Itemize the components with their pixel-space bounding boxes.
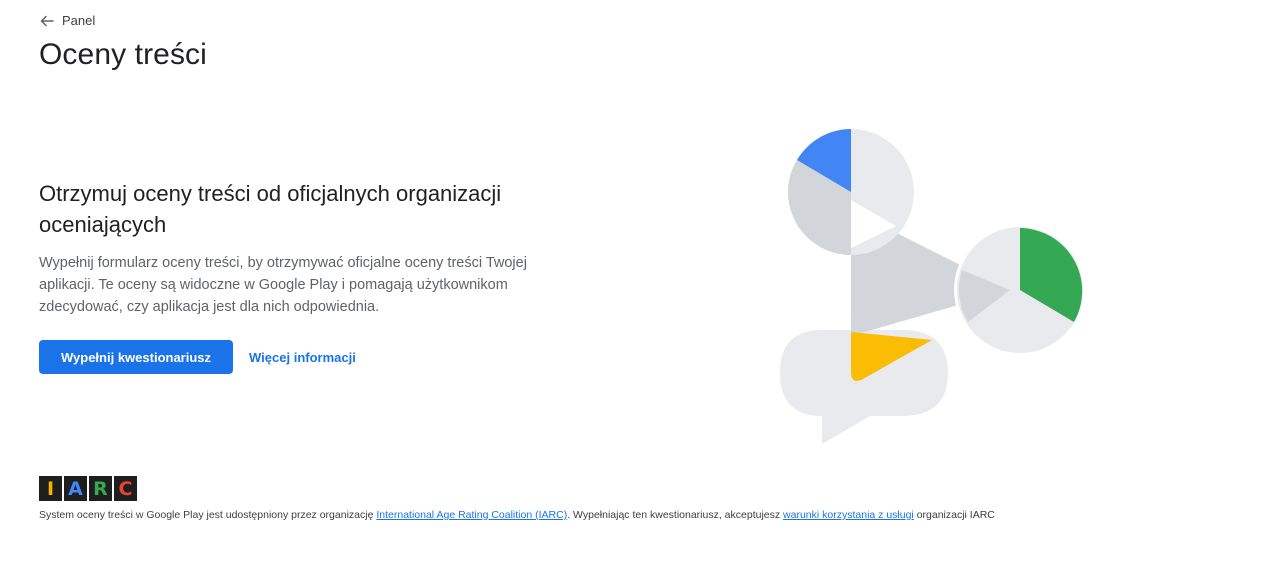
iarc-logo-r: R bbox=[89, 476, 112, 501]
footer-text-after: organizacji IARC bbox=[913, 509, 995, 521]
iarc-link[interactable]: International Age Rating Coalition (IARC… bbox=[376, 509, 567, 521]
footer-disclaimer: System oceny treści w Google Play jest u… bbox=[39, 509, 995, 521]
page-title: Oceny treści bbox=[39, 38, 207, 71]
arrow-left-icon bbox=[40, 15, 54, 27]
fill-questionnaire-button[interactable]: Wypełnij kwestionariusz bbox=[39, 340, 234, 374]
iarc-logo: I A R C bbox=[39, 476, 995, 501]
iarc-logo-a: A bbox=[64, 476, 87, 501]
hero-description: Wypełnij formularz oceny treści, by otrz… bbox=[39, 255, 527, 315]
footer: I A R C System oceny treści w Google Pla… bbox=[39, 476, 995, 521]
iarc-logo-i: I bbox=[39, 476, 62, 501]
footer-text-before: System oceny treści w Google Play jest u… bbox=[39, 509, 377, 521]
more-info-link[interactable]: Więcej informacji bbox=[249, 350, 356, 365]
iarc-logo-c: C bbox=[114, 476, 137, 501]
content-rating-illustration bbox=[770, 122, 1100, 457]
hero-heading: Otrzymuj oceny treści od oficjalnych org… bbox=[39, 181, 502, 237]
hero-actions: Wypełnij kwestionariusz Więcej informacj… bbox=[39, 340, 599, 374]
terms-of-service-link[interactable]: warunki korzystania z usługi bbox=[783, 509, 914, 521]
back-to-dashboard-link[interactable]: Panel bbox=[40, 13, 95, 28]
hero-section: Otrzymuj oceny treści od oficjalnych org… bbox=[39, 178, 599, 374]
back-link-label: Panel bbox=[62, 13, 96, 28]
content-ratings-page: Panel Oceny treści Otrzymuj oceny treści… bbox=[0, 0, 1264, 570]
footer-text-middle: . Wypełniając ten kwestionariusz, akcept… bbox=[567, 509, 784, 521]
